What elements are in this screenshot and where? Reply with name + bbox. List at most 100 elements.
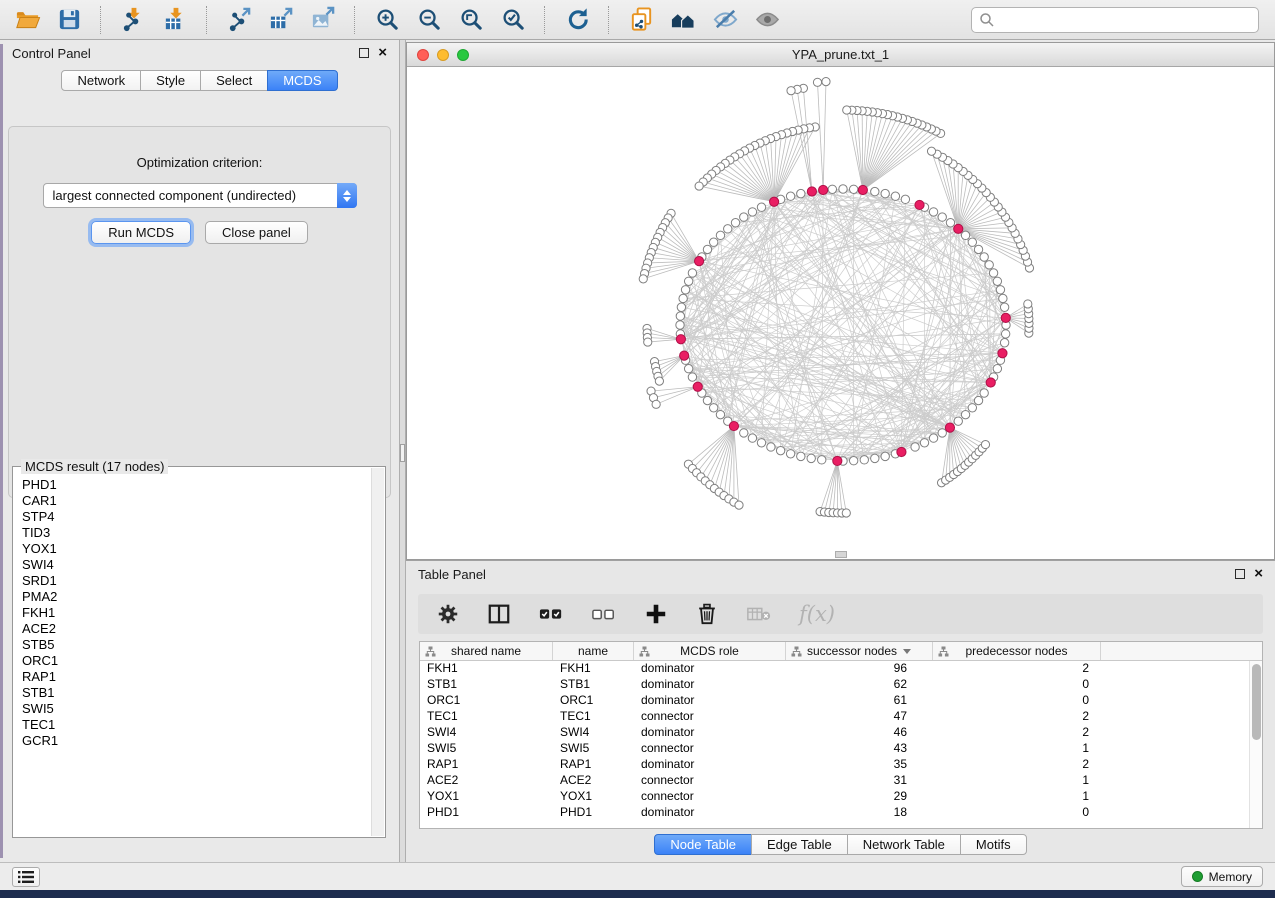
cell[interactable]: 1 [933,773,1101,789]
export-image-button[interactable] [306,4,340,36]
mcds-result-item[interactable]: ORC1 [22,653,371,669]
table-scrollbar-thumb[interactable] [1252,664,1261,740]
column-header-shared-name[interactable]: shared name [420,642,553,660]
cell[interactable]: 31 [786,773,933,789]
mcds-result-item[interactable]: SWI5 [22,701,371,717]
zoom-in-button[interactable] [370,4,404,36]
table-row-ACE2[interactable]: ACE2ACE2connector311 [420,773,1262,789]
export-table-button[interactable] [264,4,298,36]
cell[interactable]: 0 [933,693,1101,709]
mcds-result-item[interactable]: PHD1 [22,477,371,493]
splitter-grip[interactable] [400,444,405,462]
mcds-result-item[interactable]: STP4 [22,509,371,525]
column-header-predecessor-nodes[interactable]: predecessor nodes [933,642,1101,660]
float-panel-button[interactable] [359,48,369,58]
table-row-RAP1[interactable]: RAP1RAP1dominator352 [420,757,1262,773]
cell[interactable]: 62 [786,677,933,693]
table-tab-edge-table[interactable]: Edge Table [751,834,848,855]
mcds-result-item[interactable]: YOX1 [22,541,371,557]
cell[interactable]: ORC1 [553,693,634,709]
open-session-button[interactable] [10,4,44,36]
save-session-button[interactable] [52,4,86,36]
column-header-MCDS-role[interactable]: MCDS role [634,642,786,660]
cell[interactable]: 2 [933,757,1101,773]
mcds-result-item[interactable]: TEC1 [22,717,371,733]
cell[interactable]: 96 [786,661,933,677]
cell[interactable]: 47 [786,709,933,725]
cell[interactable]: dominator [634,677,786,693]
cell[interactable]: TEC1 [420,709,553,725]
search-input[interactable] [971,7,1259,33]
table-row-YOX1[interactable]: YOX1YOX1connector291 [420,789,1262,805]
cell[interactable]: STB1 [553,677,634,693]
export-network-button[interactable] [222,4,256,36]
table-row-SWI5[interactable]: SWI5SWI5connector431 [420,741,1262,757]
show-all-button[interactable] [750,4,784,36]
zoom-fit-button[interactable] [454,4,488,36]
cell[interactable]: SWI4 [420,725,553,741]
run-mcds-button[interactable]: Run MCDS [91,221,191,244]
mcds-result-item[interactable]: GCR1 [22,733,371,749]
table-row-STB1[interactable]: STB1STB1dominator620 [420,677,1262,693]
cell[interactable]: 1 [933,741,1101,757]
task-history-button[interactable] [12,867,40,887]
cell[interactable]: YOX1 [553,789,634,805]
network-resize-grip[interactable] [835,551,847,558]
cell[interactable]: 2 [933,725,1101,741]
cell[interactable]: YOX1 [420,789,553,805]
table-tab-node-table[interactable]: Node Table [654,834,752,855]
mcds-result-list[interactable]: PHD1CAR1STP4TID3YOX1SWI4SRD1PMA2FKH1ACE2… [14,477,371,836]
column-header-name[interactable]: name [553,642,634,660]
mcds-result-item[interactable]: ACE2 [22,621,371,637]
cell[interactable]: ACE2 [553,773,634,789]
mcds-result-item[interactable]: TID3 [22,525,371,541]
mcds-result-item[interactable]: STB5 [22,637,371,653]
cell[interactable]: dominator [634,805,786,821]
mcds-result-item[interactable]: RAP1 [22,669,371,685]
cell[interactable]: dominator [634,725,786,741]
cell[interactable]: 29 [786,789,933,805]
cell[interactable]: connector [634,741,786,757]
mcds-result-item[interactable]: SWI4 [22,557,371,573]
cell[interactable]: 0 [933,805,1101,821]
first-neighbors-button[interactable] [666,4,700,36]
cell[interactable]: 43 [786,741,933,757]
delete-table-button[interactable] [746,604,772,624]
tab-style[interactable]: Style [140,70,201,91]
table-row-TEC1[interactable]: TEC1TEC1connector472 [420,709,1262,725]
cell[interactable]: 2 [933,661,1101,677]
cell[interactable]: FKH1 [420,661,553,677]
cell[interactable]: PHD1 [553,805,634,821]
tab-mcds[interactable]: MCDS [267,70,337,91]
delete-row-button[interactable] [695,602,719,626]
cell[interactable]: 1 [933,789,1101,805]
cell[interactable]: connector [634,773,786,789]
cell[interactable]: SWI4 [553,725,634,741]
cell[interactable]: PHD1 [420,805,553,821]
cell[interactable]: STB1 [420,677,553,693]
network-titlebar[interactable]: YPA_prune.txt_1 [407,43,1274,67]
cell[interactable]: 18 [786,805,933,821]
cell[interactable]: dominator [634,661,786,677]
table-tab-network-table[interactable]: Network Table [847,834,961,855]
tab-select[interactable]: Select [200,70,268,91]
settings-gear-button[interactable] [436,602,460,626]
cell[interactable]: SWI5 [420,741,553,757]
table-row-PHD1[interactable]: PHD1PHD1dominator180 [420,805,1262,821]
table-row-FKH1[interactable]: FKH1FKH1dominator962 [420,661,1262,677]
mcds-scrollbar[interactable] [371,468,384,836]
cell[interactable]: connector [634,789,786,805]
mcds-result-item[interactable]: FKH1 [22,605,371,621]
cell[interactable]: 61 [786,693,933,709]
tab-network[interactable]: Network [61,70,141,91]
mcds-result-item[interactable]: SRD1 [22,573,371,589]
zoom-selected-button[interactable] [496,4,530,36]
network-canvas[interactable] [407,67,1274,559]
column-header-successor-nodes[interactable]: successor nodes [786,642,933,660]
criterion-select[interactable]: largest connected component (undirected) [43,183,357,208]
show-columns-button[interactable] [487,602,511,626]
close-table-panel-button[interactable]: × [1254,569,1263,579]
cell[interactable]: dominator [634,693,786,709]
cell[interactable]: dominator [634,757,786,773]
memory-button[interactable]: Memory [1181,866,1263,887]
